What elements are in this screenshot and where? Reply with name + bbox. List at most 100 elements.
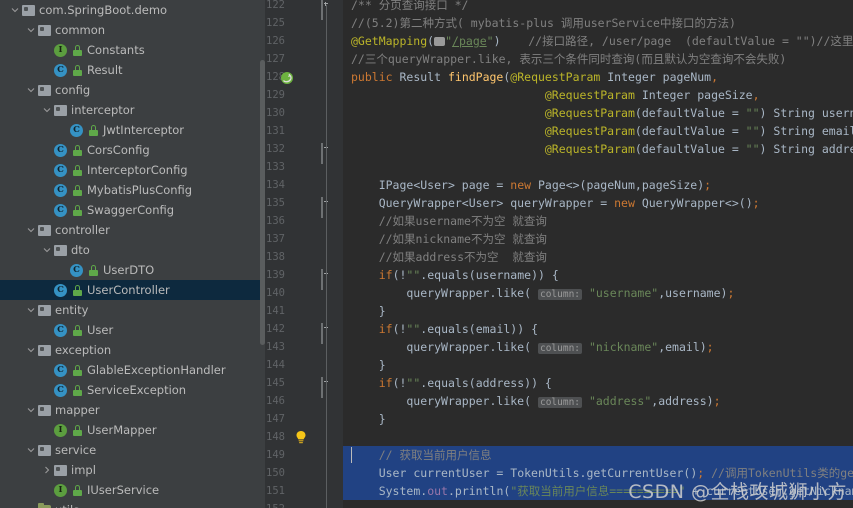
line-number: 140 xyxy=(266,287,285,299)
code-line-text: queryWrapper.like( column: "address",add… xyxy=(351,394,721,408)
tree-item-label: config xyxy=(55,83,91,97)
tree-item-entity[interactable]: entity xyxy=(0,300,265,320)
tree-item-common[interactable]: common xyxy=(0,20,265,40)
tree-item-corsconfig[interactable]: C CorsConfig xyxy=(0,140,265,160)
tree-item-iuserservice[interactable]: I IUserService xyxy=(0,480,265,500)
code-line[interactable]: // 获取当前用户信息 xyxy=(343,446,853,464)
code-line[interactable]: if(!"".equals(address)) { xyxy=(343,374,853,392)
tree-item-mybatisplusconfig[interactable]: C MybatisPlusConfig xyxy=(0,180,265,200)
code-line[interactable] xyxy=(343,158,853,176)
tree-item-constants[interactable]: I Constants xyxy=(0,40,265,60)
tree-item-dto[interactable]: dto xyxy=(0,240,265,260)
chevron-down-icon[interactable] xyxy=(24,226,37,234)
code-line[interactable]: @RequestParam Integer pageSize, xyxy=(343,86,853,104)
tree-item-result[interactable]: C Result xyxy=(0,60,265,80)
package-icon xyxy=(21,3,36,18)
class-icon: C xyxy=(53,183,68,198)
chevron-down-icon[interactable] xyxy=(24,306,37,314)
code-line[interactable]: queryWrapper.like( column: "nickname",em… xyxy=(343,338,853,356)
tree-item-serviceexception[interactable]: C ServiceException xyxy=(0,380,265,400)
chevron-down-icon[interactable] xyxy=(24,86,37,94)
folder-icon xyxy=(37,502,52,508)
code-line[interactable]: queryWrapper.like( column: "username",us… xyxy=(343,284,853,302)
code-line[interactable] xyxy=(343,428,853,446)
tree-item-utils[interactable]: utils xyxy=(0,500,265,508)
code-line[interactable]: if(!"".equals(username)) { xyxy=(343,266,853,284)
editor-gutter[interactable]: 122 125 126 127 128 129 130 131 132 133 134 135 136 1… xyxy=(265,0,343,508)
code-line[interactable]: QueryWrapper<User> queryWrapper = new Qu… xyxy=(343,194,853,212)
chevron-down-icon[interactable] xyxy=(24,26,37,34)
tree-item-glableexceptionhandler[interactable]: C GlableExceptionHandler xyxy=(0,360,265,380)
tree-item-label: interceptor xyxy=(71,103,135,117)
code-line[interactable]: //如果address不为空 就查询 xyxy=(343,248,853,266)
code-line-text: @GetMapping("/page") //接口路径, /user/page … xyxy=(351,34,853,48)
line-number: 141 xyxy=(266,305,285,317)
spring-bean-icon[interactable] xyxy=(280,70,294,84)
tree-item-label: mapper xyxy=(55,403,100,417)
tree-item-userdto[interactable]: C UserDTO xyxy=(0,260,265,280)
tree-item-interceptorconfig[interactable]: C InterceptorConfig xyxy=(0,160,265,180)
code-line[interactable]: //如果nickname不为空 就查询 xyxy=(343,230,853,248)
tree-item-user[interactable]: C User xyxy=(0,320,265,340)
line-number: 143 xyxy=(266,341,285,353)
code-line-text: } xyxy=(351,412,386,426)
interface-icon: I xyxy=(53,423,68,438)
code-line[interactable]: } xyxy=(343,410,853,428)
project-tree-list[interactable]: com.SpringBoot.demo common I Constants C Resu… xyxy=(0,0,265,508)
chevron-right-icon[interactable] xyxy=(40,466,53,474)
fold-collapse-icon[interactable] xyxy=(321,143,332,164)
package-icon xyxy=(37,403,52,418)
code-line[interactable]: //三个queryWrapper.like, 表示三个条件同时查询(而且默认为空… xyxy=(343,50,853,68)
tree-item-swaggerconfig[interactable]: C SwaggerConfig xyxy=(0,200,265,220)
tree-item-label: exception xyxy=(55,343,112,357)
code-line[interactable]: if(!"".equals(email)) { xyxy=(343,320,853,338)
tree-item-exception[interactable]: exception xyxy=(0,340,265,360)
line-number: 144 xyxy=(266,359,285,371)
tree-item-com-springboot-demo[interactable]: com.SpringBoot.demo xyxy=(0,0,265,20)
line-number: 142 xyxy=(266,323,285,335)
fold-collapse-icon[interactable] xyxy=(321,323,332,344)
class-icon: C xyxy=(53,323,68,338)
tree-item-service[interactable]: service xyxy=(0,440,265,460)
fold-expand-icon[interactable] xyxy=(321,0,332,20)
csdn-watermark: CSDN @全栈攻城狮小方 xyxy=(628,481,847,503)
chevron-down-icon[interactable] xyxy=(8,6,21,14)
code-line[interactable]: queryWrapper.like( column: "address",add… xyxy=(343,392,853,410)
code-line[interactable]: @RequestParam(defaultValue = "") String … xyxy=(343,122,853,140)
code-line[interactable]: IPage<User> page = new Page<>(pageNum,pa… xyxy=(343,176,853,194)
tree-item-label: controller xyxy=(55,223,110,237)
code-line-text: //如果username不为空 就查询 xyxy=(378,214,547,228)
intention-bulb-icon[interactable] xyxy=(295,430,307,445)
code-line[interactable]: @GetMapping("/page") //接口路径, /user/page … xyxy=(343,32,853,50)
fold-collapse-icon[interactable] xyxy=(321,269,332,290)
tree-item-controller[interactable]: controller xyxy=(0,220,265,240)
lock-icon xyxy=(72,184,83,196)
code-line[interactable]: /** 分页查询接口 */ xyxy=(343,0,853,14)
editor-code-area[interactable]: /** 分页查询接口 */ //(5.2)第二种方式( mybatis-plus … xyxy=(343,0,853,508)
code-line[interactable]: } xyxy=(343,302,853,320)
code-line[interactable]: //如果username不为空 就查询 xyxy=(343,212,853,230)
tree-item-mapper[interactable]: mapper xyxy=(0,400,265,420)
tree-item-impl[interactable]: impl xyxy=(0,460,265,480)
code-line[interactable]: } xyxy=(343,356,853,374)
fold-collapse-icon[interactable] xyxy=(321,197,332,218)
chevron-down-icon[interactable] xyxy=(24,346,37,354)
editor-area[interactable]: 122 125 126 127 128 129 130 131 132 133 134 135 136 1… xyxy=(265,0,853,508)
tree-item-config[interactable]: config xyxy=(0,80,265,100)
tree-item-usermapper[interactable]: I UserMapper xyxy=(0,420,265,440)
project-tree-panel[interactable]: com.SpringBoot.demo common I Constants C Resu… xyxy=(0,0,265,508)
chevron-down-icon[interactable] xyxy=(40,106,53,114)
chevron-down-icon[interactable] xyxy=(40,246,53,254)
code-line[interactable]: @RequestParam(defaultValue = "") String … xyxy=(343,104,853,122)
code-line[interactable]: public Result findPage(@RequestParam Int… xyxy=(343,68,853,86)
code-line[interactable]: //(5.2)第二种方式( mybatis-plus 调用userService… xyxy=(343,14,853,32)
chevron-down-icon[interactable] xyxy=(24,406,37,414)
tree-item-usercontroller[interactable]: C UserController xyxy=(0,280,265,300)
chevron-down-icon[interactable] xyxy=(24,446,37,454)
tree-item-interceptor[interactable]: interceptor xyxy=(0,100,265,120)
fold-collapse-icon[interactable] xyxy=(321,377,332,398)
code-line[interactable]: @RequestParam(defaultValue = "") String … xyxy=(343,140,853,158)
line-number: 138 xyxy=(266,251,285,263)
tree-item-jwtinterceptor[interactable]: C JwtInterceptor xyxy=(0,120,265,140)
